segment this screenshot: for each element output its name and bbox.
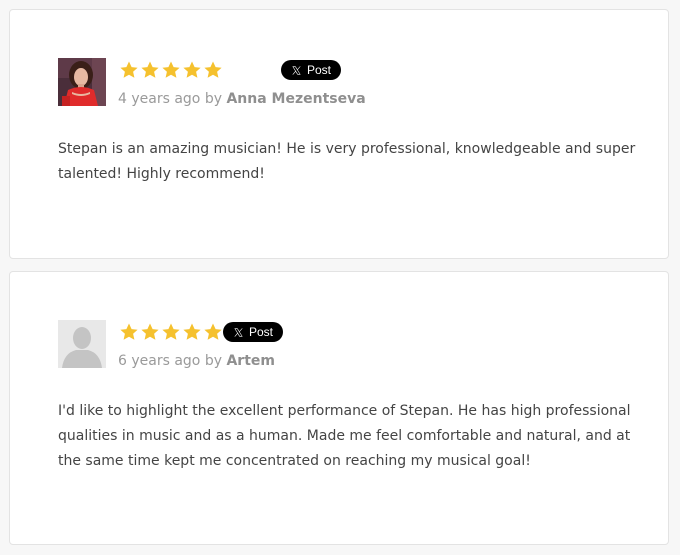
review-meta: 6 years ago by Artem xyxy=(118,351,275,371)
star-icon xyxy=(162,323,180,340)
review-card: Post 6 years ago by Artem I'd like to hi… xyxy=(9,271,669,545)
x-post-button[interactable]: Post xyxy=(223,322,284,342)
star-rating xyxy=(119,60,223,80)
review-time: 4 years ago xyxy=(118,91,201,107)
x-post-button[interactable]: Post xyxy=(281,60,342,80)
by-label: by xyxy=(204,91,222,107)
star-icon xyxy=(141,61,159,78)
post-label: Post xyxy=(249,325,274,339)
review-author: Artem xyxy=(226,353,275,369)
star-icon xyxy=(204,323,222,340)
review-text: I'd like to highlight the excellent perf… xyxy=(58,403,631,469)
review-meta: 4 years ago by Anna Mezentseva xyxy=(118,89,366,109)
star-icon xyxy=(183,323,201,340)
review-text: Stepan is an amazing musician! He is ver… xyxy=(58,141,636,182)
star-icon xyxy=(120,323,138,340)
x-logo-icon xyxy=(292,65,301,75)
star-icon xyxy=(183,61,201,78)
avatar xyxy=(58,320,106,368)
star-icon xyxy=(204,61,222,78)
star-icon xyxy=(141,323,159,340)
star-icon xyxy=(120,61,138,78)
post-label: Post xyxy=(307,63,332,77)
x-logo-icon xyxy=(234,327,243,337)
review-time: 6 years ago xyxy=(118,353,201,369)
review-author: Anna Mezentseva xyxy=(226,91,366,107)
user-photo-avatar xyxy=(58,58,106,106)
by-label: by xyxy=(204,353,222,369)
star-icon xyxy=(162,61,180,78)
avatar xyxy=(58,58,106,106)
default-user-silhouette xyxy=(58,320,106,368)
review-card: Post 4 years ago by Anna Mezentseva Step… xyxy=(9,9,669,259)
star-rating xyxy=(119,322,223,342)
